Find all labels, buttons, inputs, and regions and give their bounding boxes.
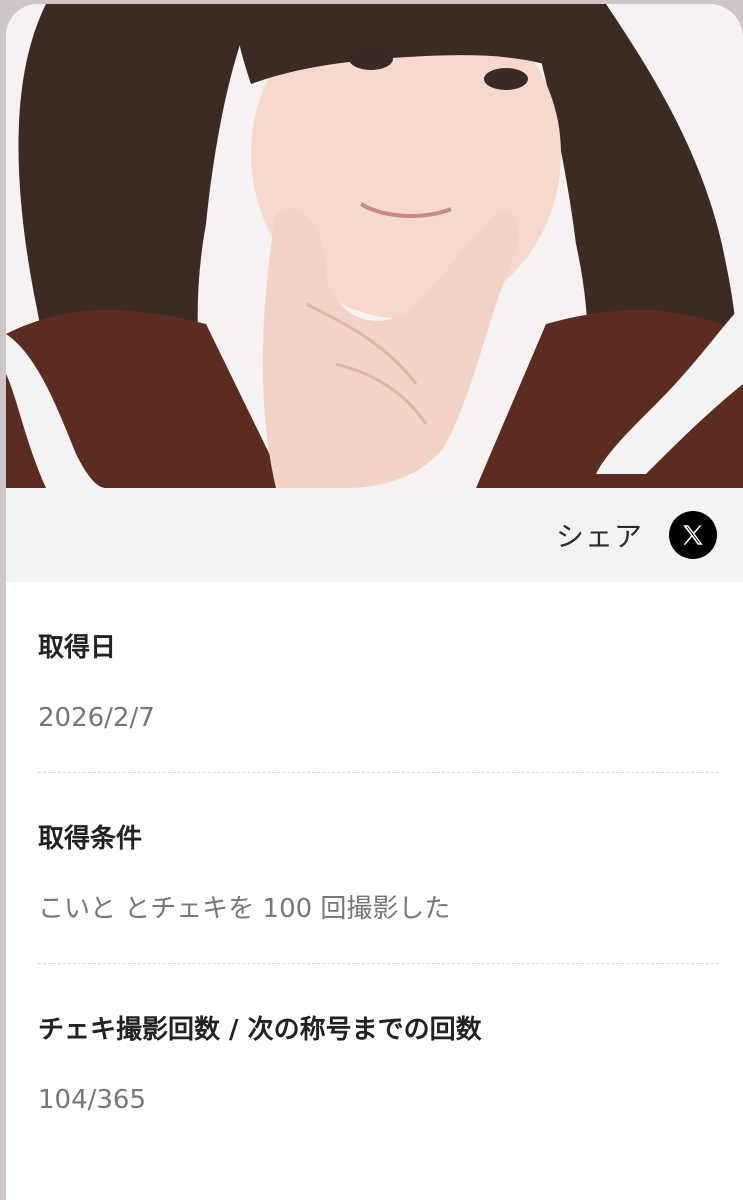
profile-photo [6,4,743,488]
cheki-count-field: チェキ撮影回数 / 次の称号までの回数 104/365 [38,964,719,1154]
acquired-date-value: 2026/2/7 [38,703,155,733]
acquisition-condition-label: 取得条件 [38,824,143,854]
acquired-date-label: 取得日 [38,633,117,663]
achievement-card: シェア 取得日 2026/2/7 取得条件 こいと とチェキを 100 回撮影し… [6,4,743,1200]
x-share-button[interactable] [669,511,717,559]
acquisition-condition-field: 取得条件 こいと とチェキを 100 回撮影した [38,773,719,964]
cheki-count-label: チェキ撮影回数 / 次の称号までの回数 [38,1015,482,1045]
share-bar: シェア [6,488,743,582]
acquisition-condition-value: こいと とチェキを 100 回撮影した [38,894,451,924]
details-list: 取得日 2026/2/7 取得条件 こいと とチェキを 100 回撮影した チェ… [6,582,743,1154]
x-logo-icon [683,525,703,545]
cheki-count-value: 104/365 [38,1085,147,1115]
share-label: シェア [555,520,643,553]
acquired-date-field: 取得日 2026/2/7 [38,582,719,773]
